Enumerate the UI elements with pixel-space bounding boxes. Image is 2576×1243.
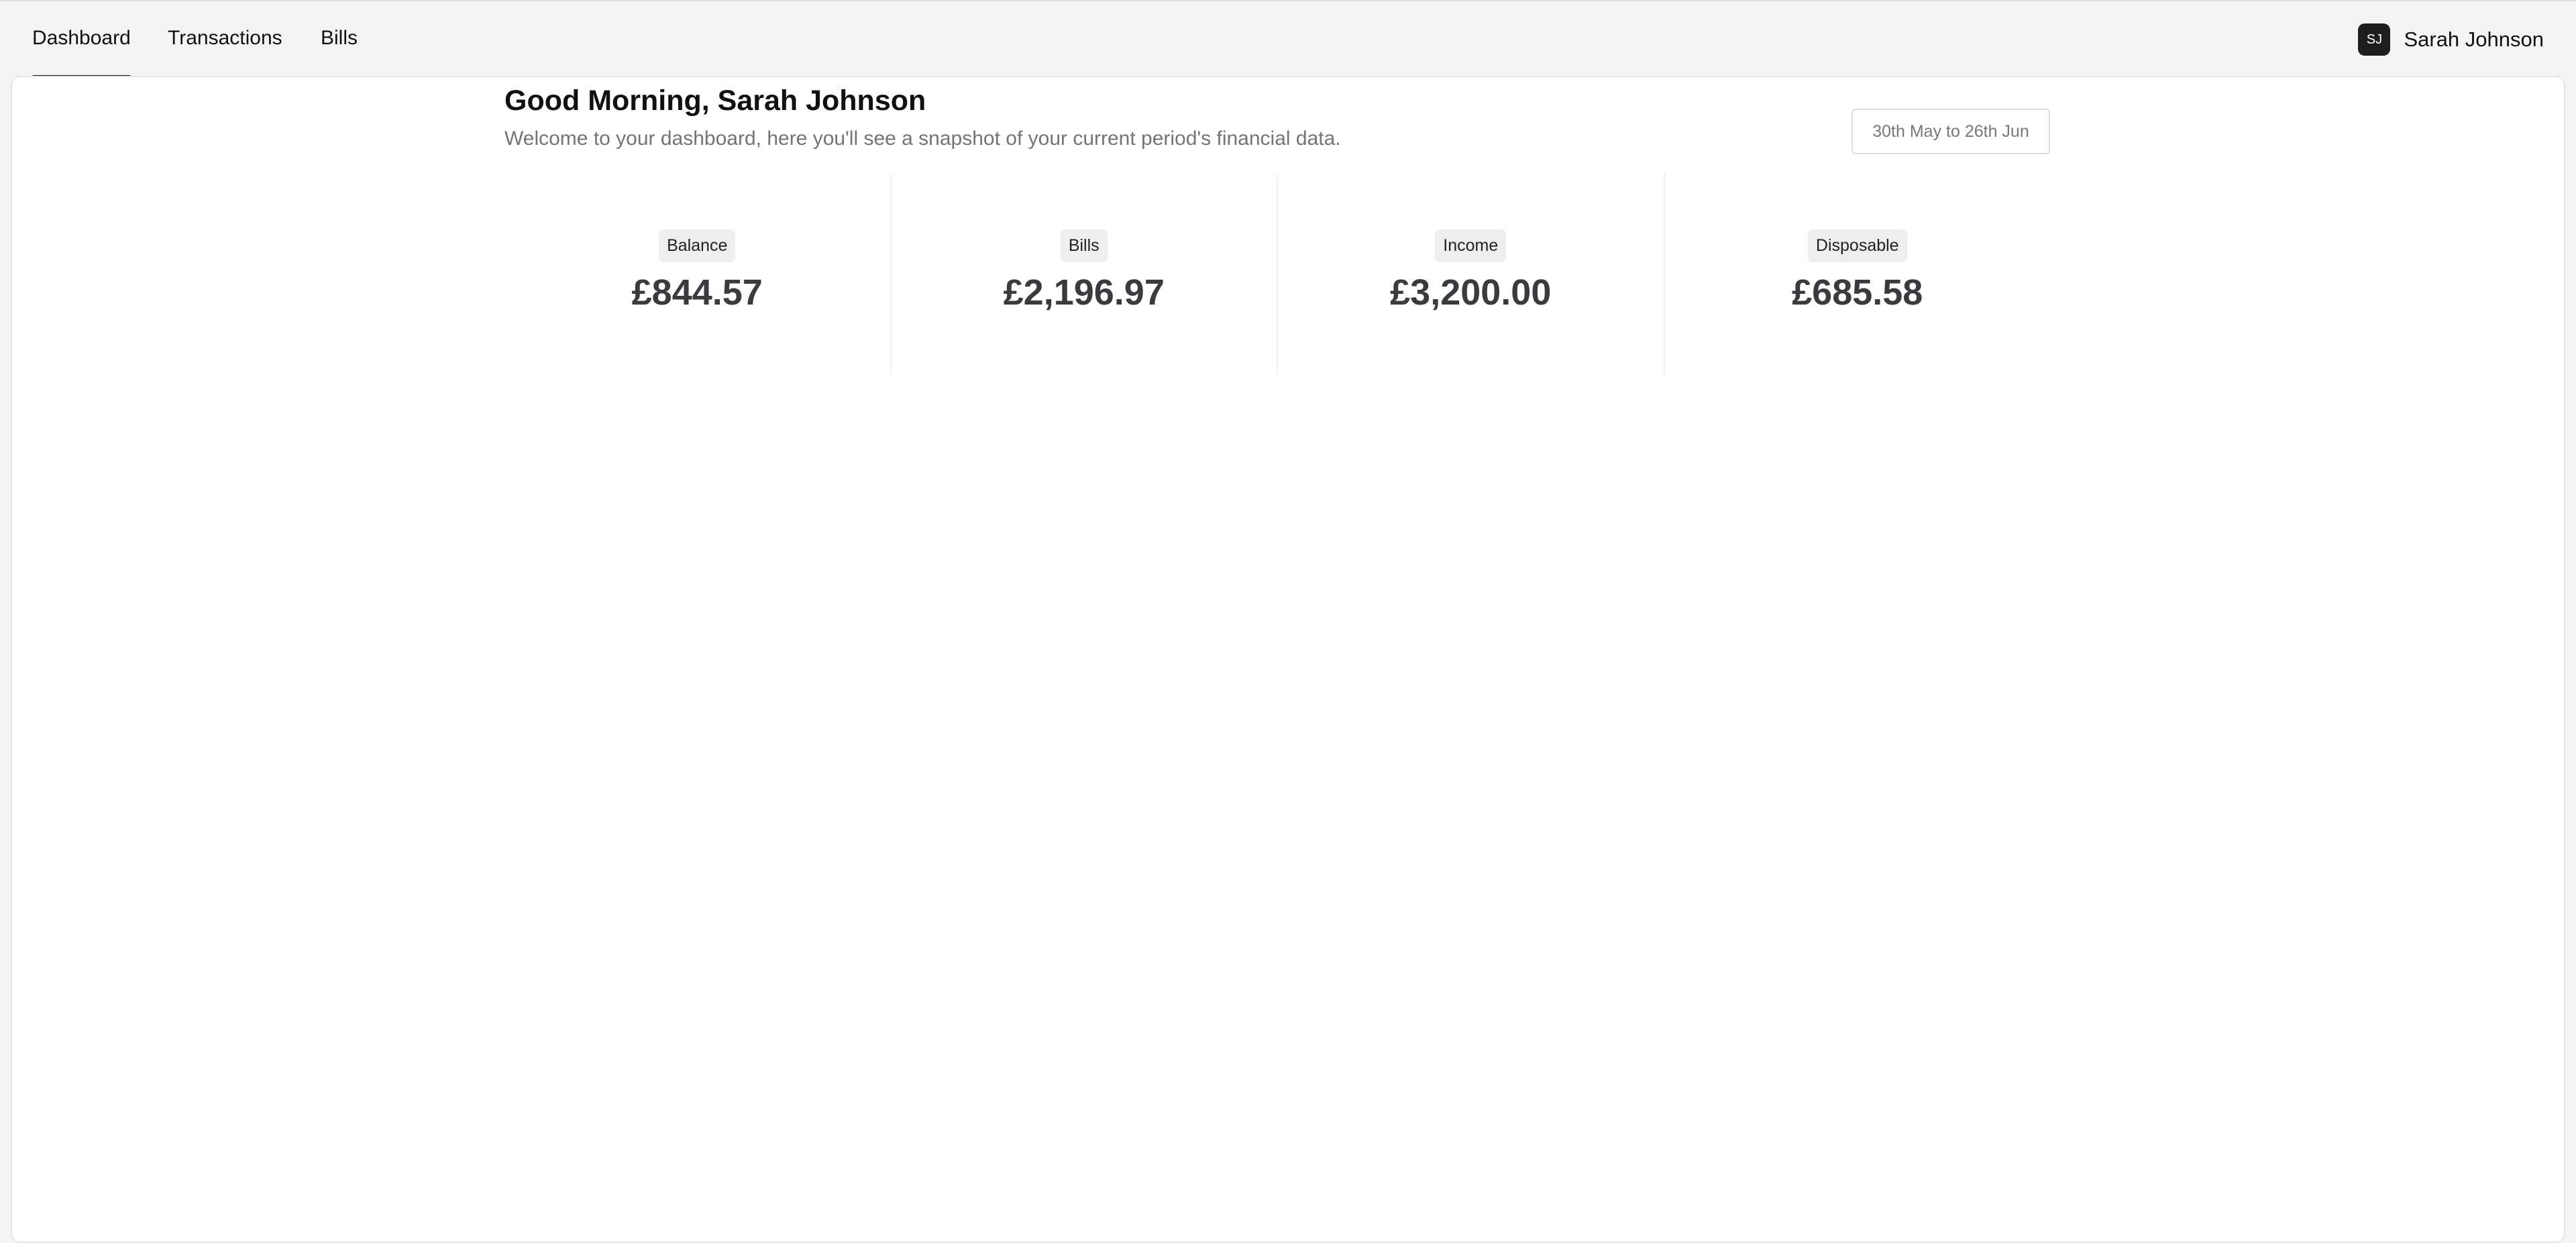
stat-balance-label: Balance <box>659 229 736 262</box>
stat-disposable: Disposable £685.58 <box>1663 173 2051 374</box>
tab-transactions[interactable]: Transactions <box>168 27 282 78</box>
user-name: Sarah Johnson <box>2404 28 2544 51</box>
stat-bills: Bills £2,196.97 <box>890 173 1277 374</box>
date-range-label: 30th May to 26th Jun <box>1872 121 2029 141</box>
stats-row: Balance £844.57 Bills £2,196.97 Income £… <box>504 173 2050 374</box>
stat-disposable-value: £685.58 <box>1792 272 1923 313</box>
page-subtitle: Welcome to your dashboard, here you'll s… <box>504 127 1341 150</box>
stat-balance: Balance £844.57 <box>504 173 890 374</box>
stat-bills-label: Bills <box>1060 229 1108 262</box>
stat-bills-value: £2,196.97 <box>1003 272 1165 313</box>
top-navigation-bar: Dashboard Transactions Bills SJ Sarah Jo… <box>0 0 2576 78</box>
tab-bills[interactable]: Bills <box>321 27 358 78</box>
stat-disposable-label: Disposable <box>1807 229 1907 262</box>
tab-dashboard-label: Dashboard <box>32 27 131 49</box>
stat-balance-value: £844.57 <box>631 272 763 313</box>
tab-transactions-label: Transactions <box>168 27 282 49</box>
page-title: Good Morning, Sarah Johnson <box>504 85 926 117</box>
stat-income-label: Income <box>1435 229 1507 262</box>
date-range-button[interactable]: 30th May to 26th Jun <box>1851 109 2050 154</box>
tab-bills-label: Bills <box>321 27 358 49</box>
stat-income-value: £3,200.00 <box>1390 272 1552 313</box>
user-menu[interactable]: SJ Sarah Johnson <box>2358 23 2544 56</box>
avatar: SJ <box>2358 23 2391 56</box>
tab-dashboard[interactable]: Dashboard <box>32 27 131 78</box>
stat-income: Income £3,200.00 <box>1277 173 1664 374</box>
